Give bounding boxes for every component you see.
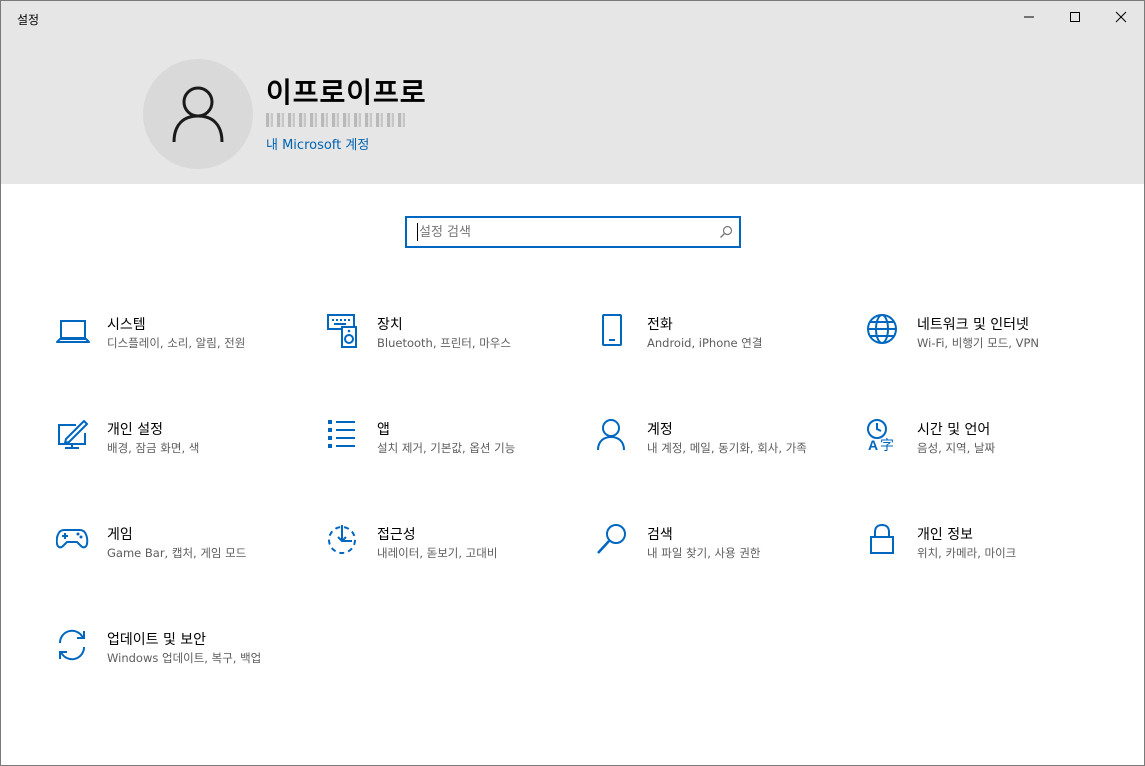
- app-title: 설정: [17, 13, 40, 27]
- ease-of-access-icon: [326, 524, 362, 560]
- category-title: 개인 정보: [917, 527, 973, 543]
- svg-text:字: 字: [880, 438, 894, 454]
- category-search[interactable]: 검색 내 파일 찾기, 사용 권한: [596, 524, 836, 604]
- search-input[interactable]: [419, 222, 709, 242]
- category-network[interactable]: 네트워크 및 인터넷 Wi-Fi, 비행기 모드, VPN: [866, 314, 1106, 394]
- category-title: 업데이트 및 보안: [107, 632, 207, 648]
- minimize-button[interactable]: [1006, 1, 1052, 33]
- profile-header: 설정 이프로이프로 내 Microsoft 계정: [1, 1, 1144, 184]
- user-name: 이프로이프로: [266, 76, 427, 109]
- sync-icon: [56, 629, 92, 665]
- category-subtitle: 디스플레이, 소리, 알림, 전원: [107, 336, 246, 350]
- category-title: 앱: [377, 422, 390, 438]
- category-title: 장치: [377, 317, 403, 333]
- category-phone[interactable]: 전화 Android, iPhone 연결: [596, 314, 836, 394]
- category-update-security[interactable]: 업데이트 및 보안 Windows 업데이트, 복구, 백업: [56, 629, 296, 709]
- text-caret: [417, 223, 418, 241]
- svg-text:A: A: [868, 437, 878, 453]
- category-subtitle: 음성, 지역, 날짜: [917, 441, 996, 455]
- category-subtitle: 내 파일 찾기, 사용 권한: [647, 546, 761, 560]
- lock-icon: [866, 524, 902, 560]
- search-box[interactable]: [405, 216, 741, 248]
- close-button[interactable]: [1098, 1, 1144, 33]
- category-system[interactable]: 시스템 디스플레이, 소리, 알림, 전원: [56, 314, 296, 394]
- category-time-language[interactable]: A 字 시간 및 언어 음성, 지역, 날짜: [866, 419, 1106, 499]
- category-gaming[interactable]: 게임 Game Bar, 캡처, 게임 모드: [56, 524, 296, 604]
- maximize-button[interactable]: [1052, 1, 1098, 33]
- avatar[interactable]: [143, 59, 253, 169]
- pen-tablet-icon: [56, 419, 92, 455]
- category-subtitle: Bluetooth, 프린터, 마우스: [377, 336, 511, 350]
- category-subtitle: Game Bar, 캡처, 게임 모드: [107, 546, 247, 560]
- category-subtitle: Wi-Fi, 비행기 모드, VPN: [917, 336, 1040, 350]
- laptop-icon: [56, 314, 92, 350]
- category-title: 시스템: [107, 317, 146, 333]
- time-language-icon: A 字: [866, 419, 902, 455]
- category-subtitle: Windows 업데이트, 복구, 백업: [107, 651, 262, 665]
- category-subtitle: 설치 제거, 기본값, 옵션 기능: [377, 441, 516, 455]
- category-subtitle: 위치, 카메라, 마이크: [917, 546, 1017, 560]
- phone-icon: [596, 314, 632, 350]
- category-privacy[interactable]: 개인 정보 위치, 카메라, 마이크: [866, 524, 1106, 604]
- category-title: 시간 및 언어: [917, 422, 991, 438]
- category-title: 검색: [647, 527, 673, 543]
- category-subtitle: 내레이터, 돋보기, 고대비: [377, 546, 498, 560]
- microsoft-account-link[interactable]: 내 Microsoft 계정: [266, 134, 369, 153]
- category-devices[interactable]: 장치 Bluetooth, 프린터, 마우스: [326, 314, 566, 394]
- search-icon: [596, 524, 632, 560]
- category-subtitle: Android, iPhone 연결: [647, 336, 763, 350]
- search-icon[interactable]: [719, 225, 733, 239]
- gamepad-icon: [56, 524, 92, 560]
- category-title: 접근성: [377, 527, 416, 543]
- category-ease-of-access[interactable]: 접근성 내레이터, 돋보기, 고대비: [326, 524, 566, 604]
- apps-list-icon: [326, 419, 362, 455]
- category-title: 계정: [647, 422, 673, 438]
- category-personalization[interactable]: 개인 설정 배경, 잠금 화면, 색: [56, 419, 296, 499]
- user-avatar-icon: [172, 86, 224, 143]
- minimize-icon: [1024, 16, 1034, 18]
- category-title: 개인 설정: [107, 422, 163, 438]
- category-accounts[interactable]: 계정 내 계정, 메일, 동기화, 회사, 가족: [596, 419, 836, 499]
- person-icon: [596, 419, 632, 455]
- category-title: 전화: [647, 317, 673, 333]
- category-title: 게임: [107, 527, 133, 543]
- category-apps[interactable]: 앱 설치 제거, 기본값, 옵션 기능: [326, 419, 566, 499]
- category-subtitle: 배경, 잠금 화면, 색: [107, 441, 200, 455]
- close-icon: [1115, 11, 1127, 23]
- keyboard-speaker-icon: [326, 314, 362, 350]
- maximize-icon: [1070, 12, 1080, 22]
- settings-window: 설정 이프로이프로 내 Microsoft 계정 설정 검색 시스템 디스플레이…: [0, 0, 1145, 766]
- category-subtitle: 내 계정, 메일, 동기화, 회사, 가족: [647, 441, 807, 455]
- globe-icon: [866, 314, 902, 350]
- user-email-redacted: [266, 113, 406, 127]
- category-title: 네트워크 및 인터넷: [917, 317, 1029, 333]
